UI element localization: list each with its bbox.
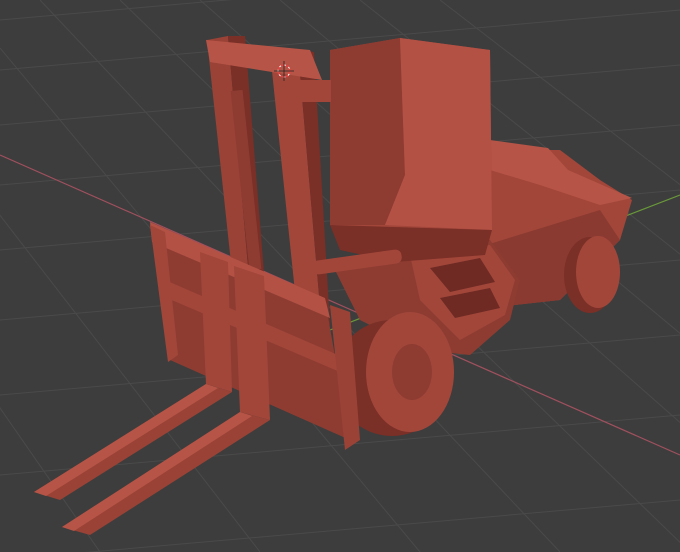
forklift-mesh[interactable] — [34, 36, 632, 535]
viewport-canvas[interactable] — [0, 0, 680, 552]
front-wheel-hub — [392, 344, 432, 400]
cab-front-face — [330, 38, 405, 225]
mast-bracket — [295, 80, 331, 102]
fork-left-blade-top — [34, 384, 218, 496]
3d-viewport[interactable] — [0, 0, 680, 552]
rear-wheel[interactable] — [576, 236, 620, 308]
